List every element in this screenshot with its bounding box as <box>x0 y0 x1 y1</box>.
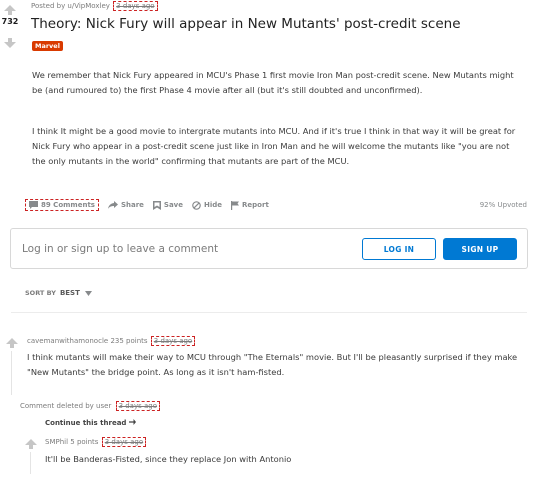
post-title[interactable]: Theory: Nick Fury will appear in New Mut… <box>31 16 461 32</box>
divider <box>11 312 527 313</box>
hide-label: Hide <box>204 201 223 209</box>
sort-label: SORT BY <box>25 289 56 297</box>
continue-thread-label: Continue this thread <box>45 419 127 427</box>
sort-dropdown[interactable]: SORT BY BEST <box>25 289 92 297</box>
downvote-arrow-icon[interactable] <box>4 38 16 48</box>
share-button[interactable]: Share <box>107 201 144 209</box>
comment-meta: cavemanwithamonocle 235 points 3 days ag… <box>27 336 196 346</box>
upvote-arrow-icon[interactable] <box>6 338 18 348</box>
post-action-bar: 89 Comments Share Save Hide Report 92% U… <box>25 197 527 213</box>
post-body-paragraph: We remember that Nick Fury appeared in M… <box>32 70 514 95</box>
post-meta: Posted by u/VipMoxley 3 days ago <box>31 1 158 11</box>
upvote-arrow-icon[interactable] <box>4 5 16 15</box>
upvote-ratio: 92% Upvoted <box>479 201 527 209</box>
login-prompt: Log in or sign up to leave a comment LOG… <box>10 228 528 269</box>
thread-line[interactable] <box>30 452 31 474</box>
chevron-down-icon <box>84 290 92 296</box>
arrow-right-icon <box>128 419 136 425</box>
login-prompt-text: Log in or sign up to leave a comment <box>22 242 219 255</box>
post-body-paragraph: I think It might be a good movie to inte… <box>32 126 516 166</box>
posted-by-label[interactable]: Posted by u/VipMoxley <box>31 2 110 10</box>
comment-author[interactable]: SMPhil <box>45 438 68 446</box>
report-button[interactable]: Report <box>231 200 269 210</box>
save-button[interactable]: Save <box>152 200 183 210</box>
login-button[interactable]: LOG IN <box>362 238 436 260</box>
continue-thread-link[interactable]: Continue this thread <box>45 419 136 427</box>
comment-author[interactable]: cavemanwithamonocle <box>27 337 108 345</box>
signup-button[interactable]: SIGN UP <box>443 238 517 260</box>
comment-points: 5 points <box>70 438 99 446</box>
comment-timestamp: 3 days ago <box>101 437 147 447</box>
sort-value: BEST <box>59 289 80 297</box>
deleted-comment-label: Comment deleted by user <box>20 402 112 410</box>
post-vote-count: 732 <box>1 17 19 26</box>
flag-icon <box>231 200 240 210</box>
report-label: Report <box>242 201 269 209</box>
hide-button[interactable]: Hide <box>192 200 223 210</box>
post-timestamp: 3 days ago <box>113 1 158 11</box>
comment-icon <box>29 201 38 209</box>
upvote-arrow-icon[interactable] <box>25 439 37 449</box>
share-label: Share <box>120 201 144 209</box>
comment-body: I think mutants will make their way to M… <box>27 352 518 377</box>
hide-icon <box>192 200 201 210</box>
thread-line[interactable] <box>11 351 12 395</box>
comment-points: 235 points <box>110 337 148 345</box>
comment-timestamp: 3 days ago <box>150 336 196 346</box>
comments-label: 89 Comments <box>41 201 95 209</box>
comment-body: It'll be Banderas-Fisted, since they rep… <box>45 454 292 464</box>
save-label: Save <box>163 201 183 209</box>
share-icon <box>107 201 118 209</box>
deleted-comment-meta: Comment deleted by user 3 days ago <box>20 401 161 411</box>
post-flair[interactable]: Marvel <box>32 41 63 51</box>
bookmark-icon <box>152 200 161 210</box>
comment-meta: SMPhil 5 points 3 days ago <box>45 437 147 447</box>
comment-timestamp: 3 days ago <box>115 401 161 411</box>
comments-button[interactable]: 89 Comments <box>25 199 99 211</box>
